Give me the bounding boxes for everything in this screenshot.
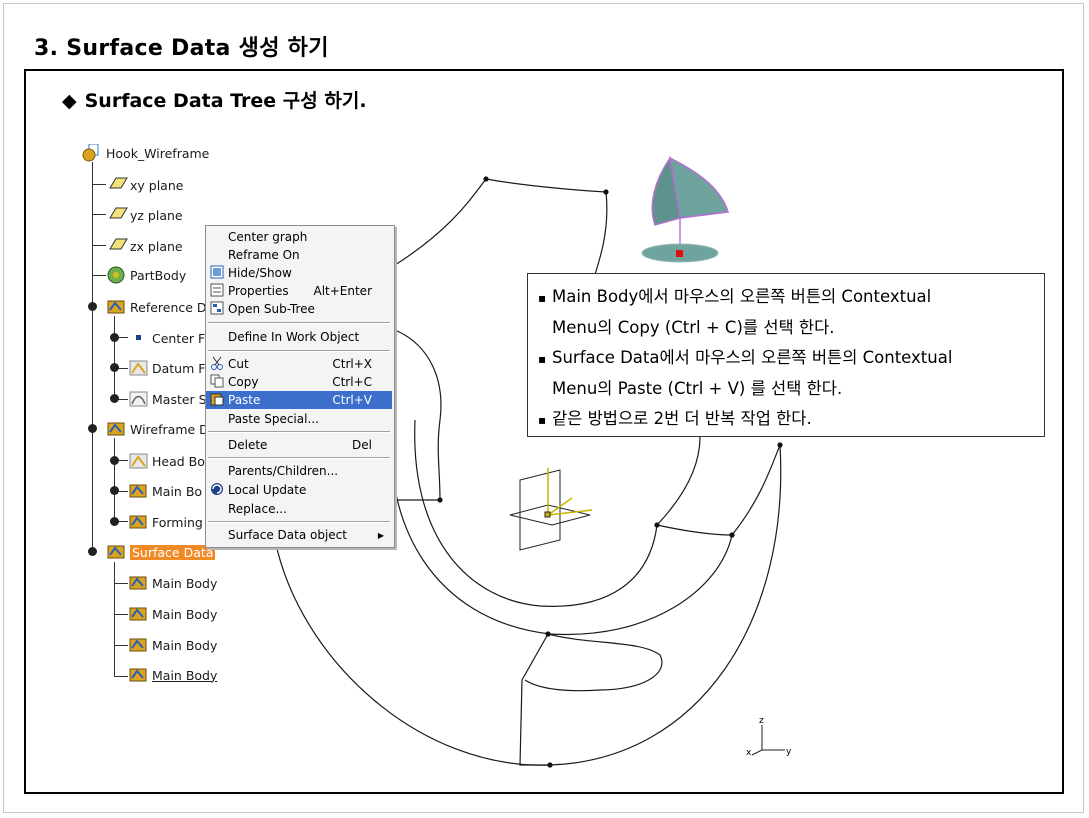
- axis-system-icon: [509, 468, 593, 551]
- tree-item-wireframe[interactable]: Wireframe D: [106, 420, 209, 438]
- tree-item-master[interactable]: Master S: [128, 390, 207, 408]
- submenu-arrow-icon: ▶: [377, 530, 384, 540]
- note-item: ▪ Surface Data에서 마우스의 오른쪽 버튼의 Contextual: [538, 348, 953, 367]
- menu-item-paste-special[interactable]: Paste Special...: [206, 410, 392, 428]
- hook-seam-1: [519, 633, 550, 766]
- tree-item-main-body[interactable]: Main Bo: [128, 482, 202, 500]
- tree-item-surface-data[interactable]: Surface Data: [106, 543, 216, 561]
- menu-separator: [208, 521, 390, 523]
- menu-item-local-update[interactable]: Local Update: [206, 481, 392, 499]
- plane-icon: [106, 237, 128, 255]
- hook-mid-arc: [390, 429, 733, 636]
- menu-item-paste[interactable]: Paste Ctrl+V: [206, 391, 392, 409]
- paste-icon: [210, 392, 226, 408]
- geometrical-set-icon: [106, 298, 126, 316]
- axis-x-label: x: [746, 748, 752, 758]
- tree-item-partbody[interactable]: PartBody: [106, 266, 186, 284]
- copy-icon: [210, 374, 226, 390]
- menu-item-copy[interactable]: Copy Ctrl+C: [206, 373, 392, 391]
- tree-item-xy-plane[interactable]: xy plane: [106, 176, 183, 194]
- menu-item-properties[interactable]: Properties Alt+Enter: [206, 282, 392, 300]
- part-icon: [82, 143, 102, 162]
- subtree-icon: [210, 301, 226, 317]
- menu-item-parents-children[interactable]: Parents/Children...: [206, 462, 392, 480]
- hide-show-icon: [210, 265, 226, 281]
- tree-item-zx-plane[interactable]: zx plane: [106, 237, 183, 255]
- menu-item-center-graph[interactable]: Center graph: [206, 228, 392, 246]
- context-menu: Center graph Reframe On Hide/Show Proper…: [205, 225, 395, 548]
- scissors-icon: [210, 356, 226, 372]
- menu-separator: [208, 350, 390, 352]
- menu-item-delete[interactable]: Delete Del: [206, 436, 392, 454]
- geometrical-set-icon: [128, 605, 148, 623]
- geometrical-set-icon: [128, 636, 148, 654]
- plane-icon: [106, 206, 128, 224]
- tree-item-datum[interactable]: Datum F: [128, 359, 205, 377]
- hook-top-curve: [485, 178, 607, 193]
- geometrical-set-icon: [106, 543, 126, 561]
- hook-seam-3: [656, 524, 733, 536]
- menu-separator: [208, 457, 390, 459]
- hook-outer-curve: [394, 178, 487, 266]
- tree-item-yz-plane[interactable]: yz plane: [106, 206, 183, 224]
- menu-item-hide-show[interactable]: Hide/Show: [206, 264, 392, 282]
- axis-y-label: y: [786, 747, 792, 757]
- surface-symbol-icon: [641, 156, 729, 263]
- menu-item-reframe-on[interactable]: Reframe On: [206, 246, 392, 264]
- datum-icon: [128, 452, 148, 470]
- hook-tail: [524, 633, 663, 692]
- note-item: ▪ Main Body에서 마우스의 오른쪽 버튼의 Contextual: [538, 287, 932, 306]
- menu-separator: [208, 431, 390, 433]
- menu-separator: [208, 322, 390, 324]
- note-item: ▪ 같은 방법으로 2번 더 반복 작업 한다.: [538, 409, 812, 428]
- geometrical-set-icon: [128, 482, 148, 500]
- hook-right-outer: [731, 444, 781, 536]
- geometrical-set-icon: [128, 666, 148, 684]
- menu-item-define-in-work-object[interactable]: Define In Work Object: [206, 328, 392, 346]
- menu-item-replace[interactable]: Replace...: [206, 500, 392, 518]
- menu-item-open-sub-tree[interactable]: Open Sub-Tree: [206, 300, 392, 318]
- datum-icon: [128, 359, 148, 377]
- tree-item-main-body-copy-3[interactable]: Main Body: [128, 636, 217, 654]
- tree-root[interactable]: Hook_Wireframe: [82, 143, 209, 162]
- geometrical-set-icon: [106, 420, 126, 438]
- instruction-note: ▪ Main Body에서 마우스의 오른쪽 버튼의 Contextual Men…: [527, 273, 1045, 437]
- hook-right-mid: [656, 436, 701, 526]
- axis-z-label: z: [759, 716, 764, 726]
- geometrical-set-icon: [128, 513, 148, 531]
- axis-triad-icon: [751, 725, 785, 756]
- tree-item-forming[interactable]: Forming: [128, 513, 203, 531]
- hook-inner-arc: [414, 419, 658, 607]
- tree-item-main-body-copy-1[interactable]: Main Body: [128, 574, 217, 592]
- tree-item-head-body[interactable]: Head Bo: [128, 452, 205, 470]
- tree-item-main-body-copy-4[interactable]: Main Body: [128, 666, 217, 684]
- update-icon: [210, 482, 226, 498]
- sketch-icon: [128, 390, 148, 408]
- plane-icon: [106, 176, 128, 194]
- tree-item-center[interactable]: Center F: [128, 329, 205, 347]
- properties-icon: [210, 283, 226, 299]
- point-icon: [128, 329, 148, 347]
- menu-item-cut[interactable]: Cut Ctrl+X: [206, 355, 392, 373]
- partbody-icon: [106, 266, 126, 284]
- tree-item-main-body-copy-2[interactable]: Main Body: [128, 605, 217, 623]
- geometrical-set-icon: [128, 574, 148, 592]
- tree-item-reference[interactable]: Reference D: [106, 298, 207, 316]
- menu-item-surface-data-object[interactable]: Surface Data object ▶: [206, 526, 392, 544]
